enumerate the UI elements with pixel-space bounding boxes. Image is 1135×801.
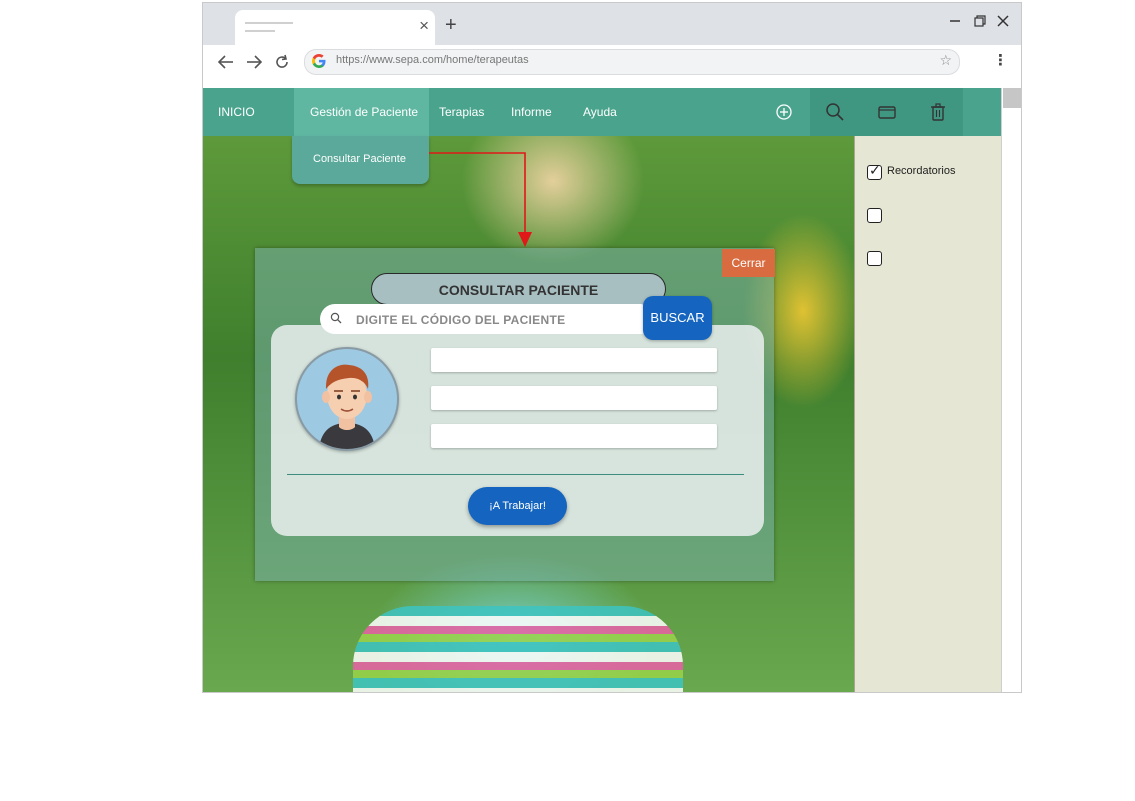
a-trabajar-button[interactable]: ¡A Trabajar! xyxy=(468,487,567,525)
modal-title: CONSULTAR PACIENTE xyxy=(371,273,666,305)
search-icon xyxy=(330,312,342,324)
google-icon xyxy=(312,54,326,68)
new-tab-icon[interactable]: + xyxy=(445,13,457,37)
reminder-checkbox-3[interactable] xyxy=(867,251,882,266)
url-text: https://www.sepa.com/home/terapeutas xyxy=(336,54,529,66)
minimize-icon[interactable] xyxy=(949,12,961,32)
cerrar-button[interactable]: Cerrar xyxy=(722,249,775,277)
browser-menu-icon[interactable]: ⋮ xyxy=(993,51,1008,69)
patient-avatar xyxy=(295,347,399,451)
scrollbar-thumb[interactable] xyxy=(1003,88,1021,108)
patient-field-2[interactable] xyxy=(431,386,717,410)
patient-field-1[interactable] xyxy=(431,348,717,372)
tab-close-icon[interactable]: × xyxy=(419,16,429,36)
tab-strip: × + xyxy=(203,3,1021,45)
browser-window: × + https://www.sepa.com/home/terapeutas… xyxy=(202,2,1022,693)
browser-tab[interactable]: × xyxy=(235,10,435,45)
patient-search-box xyxy=(320,304,656,334)
address-bar[interactable]: https://www.sepa.com/home/terapeutas ☆ xyxy=(304,49,960,75)
page-scrollbar[interactable] xyxy=(1001,88,1021,692)
restore-icon[interactable] xyxy=(974,12,986,32)
reminders-sidebar: ✓ Recordatorios xyxy=(854,136,1002,692)
card-divider xyxy=(287,474,744,475)
reload-icon[interactable] xyxy=(273,53,291,77)
forward-icon[interactable] xyxy=(245,53,263,77)
browser-toolbar: https://www.sepa.com/home/terapeutas ☆ ⋮ xyxy=(203,45,1021,87)
patient-card: ¡A Trabajar! xyxy=(271,325,764,536)
patient-field-3[interactable] xyxy=(431,424,717,448)
tab-subtitle-placeholder xyxy=(245,30,275,32)
back-icon[interactable] xyxy=(217,53,235,77)
page-viewport: INICIO Gestión de Paciente Terapias Info… xyxy=(203,88,1021,692)
reminders-label: Recordatorios xyxy=(887,165,956,177)
close-window-icon[interactable] xyxy=(997,12,1009,32)
reminders-checkbox[interactable]: ✓ xyxy=(867,162,882,180)
patient-code-input[interactable] xyxy=(354,310,648,330)
checkmark-icon: ✓ xyxy=(869,162,881,178)
tab-title-placeholder xyxy=(245,22,293,24)
reminder-checkbox-2[interactable] xyxy=(867,208,882,223)
buscar-button[interactable]: BUSCAR xyxy=(643,296,712,340)
bookmark-star-icon[interactable]: ☆ xyxy=(939,52,952,69)
